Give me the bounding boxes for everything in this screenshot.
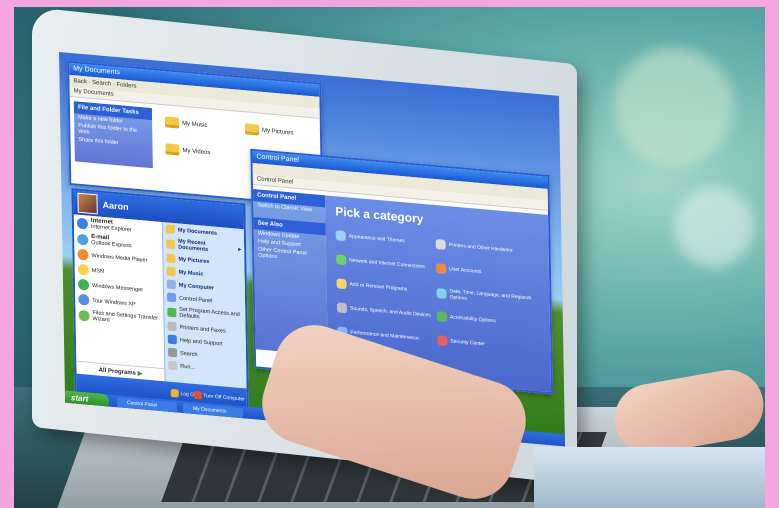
power-icon [193,390,203,400]
link-label: My Pictures [178,255,210,265]
tour-icon [78,293,90,306]
folder-my-pictures[interactable]: My Pictures [244,123,294,138]
link-label: Control Panel [179,295,213,304]
globe-icon [436,288,447,300]
sound-icon [336,302,348,314]
link-label: My Documents [177,226,218,237]
folder-label: My Videos [182,147,211,156]
msn-butterfly-icon [77,263,89,276]
chevron-right-icon: ▸ [238,246,242,253]
start-menu-right: My Documents My Recent Documents ▸ My Pic… [161,222,247,389]
folder-my-videos[interactable]: My Videos [165,143,210,158]
category-label: Network and Internet Connections [349,257,425,271]
email-icon [77,233,89,246]
link-label: Printers and Faxes [179,324,226,335]
category-security-center[interactable]: Security Center [437,335,485,349]
recent-label: Windows Media Player [91,252,148,264]
appearance-icon [335,230,346,242]
bokeh-light [674,187,754,267]
folder-my-music[interactable]: My Music [164,116,208,131]
category-label: Sounds, Speech, and Audio Devices [349,305,431,319]
folder-icon [166,238,176,249]
program-access-icon [167,307,177,317]
arrow-right-icon: ▶ [137,370,143,378]
start-menu-left: Internet Internet Explorer E-mail Outlook … [73,214,165,382]
turn-off-label: Turn Off Computer [203,393,245,403]
log-off-button[interactable]: Log Off [170,388,197,399]
category-label: Security Center [450,338,485,348]
internet-explorer-icon [76,217,89,230]
messenger-icon [77,278,90,291]
category-appearance[interactable]: Appearance and Themes [335,230,405,246]
avatar[interactable] [77,192,98,215]
help-icon [167,334,177,345]
printer-icon [167,321,177,332]
wizard-icon [78,309,90,322]
link-label: My Music [178,269,204,278]
run-icon [168,360,178,371]
control-panel-icon [167,292,177,303]
category-date-time[interactable]: Date, Time, Language, and Regional Optio… [436,287,549,309]
category-sounds[interactable]: Sounds, Speech, and Audio Devices [336,302,431,320]
programs-icon [336,278,347,290]
accessibility-icon [436,311,448,323]
category-label: Printers and Other Hardware [448,242,513,254]
key-icon [170,388,180,398]
link-label: Search [179,350,198,358]
folder-icon [164,116,180,129]
folder-icon [165,224,175,235]
folder-icon [166,253,176,264]
folder-icon [244,123,260,136]
link-label: Run... [180,363,196,371]
user-name: Aaron [102,199,129,213]
media-player-icon [77,248,89,261]
recent-label: Windows Messenger [91,282,144,293]
category-label: Appearance and Themes [348,233,405,245]
network-icon [336,254,347,266]
shield-icon [437,335,448,347]
category-label: Add or Remove Programs [349,281,408,293]
start-menu: Aaron Internet Internet Explorer E-mail Ou… [71,188,249,413]
bokeh-light [614,47,734,167]
turn-off-button[interactable]: Turn Off Computer [193,390,245,403]
shirt-sleeve [534,447,765,508]
printer-icon [435,239,446,250]
computer-icon [166,279,176,290]
category-label: Date, Time, Language, and Regional Optio… [449,288,532,302]
recent-label: MSN [91,267,105,275]
file-tasks-pane: File and Folder Tasks Make a new folder … [73,101,153,169]
category-printers[interactable]: Printers and Other Hardware [435,239,513,256]
folder-label: My Pictures [261,127,294,137]
category-user-accounts[interactable]: User Accounts [436,263,481,277]
folder-icon [165,143,180,156]
category-add-remove[interactable]: Add or Remove Programs [336,278,407,294]
link-label: Help and Support [179,337,223,347]
music-folder-icon [166,266,176,277]
category-network[interactable]: Network and Internet Connections [336,254,425,272]
search-icon [167,347,178,358]
recent-label: Tour Windows XP [92,297,136,308]
category-label: Accessibility Options [449,314,496,325]
user-accounts-icon [436,263,447,274]
category-label: User Accounts [449,266,482,276]
photo: My Documents Back · Search · Folders My … [14,7,765,508]
start-label: start [70,393,89,404]
folder-label: My Music [181,120,208,129]
recent-label: Files and Settings Transfer Wizard [92,309,158,324]
link-label: My Computer [178,282,215,292]
category-accessibility[interactable]: Accessibility Options [436,311,496,326]
